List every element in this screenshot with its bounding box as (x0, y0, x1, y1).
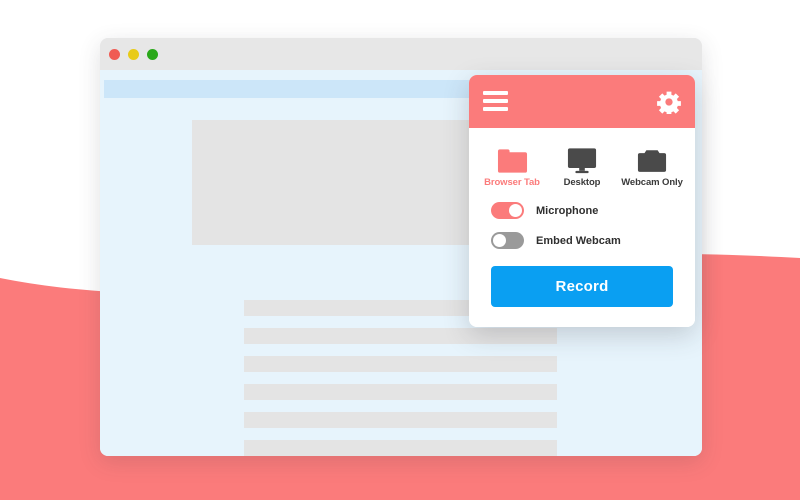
microphone-switch[interactable] (491, 202, 524, 219)
gear-glyph (657, 91, 681, 116)
microphone-label: Microphone (536, 204, 599, 217)
switch-knob (493, 234, 506, 247)
toggle-row-embed-webcam[interactable]: Embed Webcam (491, 232, 673, 249)
source-label: Desktop (563, 177, 601, 188)
toggle-row-microphone[interactable]: Microphone (491, 202, 673, 219)
screenshot-canvas: Browser Tab Desktop Webcam Only Micropho… (0, 0, 800, 500)
window-traffic-lights (109, 49, 158, 60)
source-label: Browser Tab (484, 177, 540, 188)
text-placeholder-bar (244, 440, 557, 456)
browser-titlebar (100, 38, 702, 70)
folder-glyph (497, 149, 527, 173)
source-option-desktop[interactable]: Desktop (548, 140, 616, 188)
text-placeholder-bar (244, 328, 557, 344)
hamburger-icon[interactable] (483, 91, 508, 112)
minimize-window-button[interactable] (128, 49, 139, 60)
text-placeholder-bar (244, 412, 557, 428)
source-option-browser-tab[interactable]: Browser Tab (478, 140, 546, 188)
hamburger-line (483, 107, 508, 111)
source-option-webcam-only[interactable]: Webcam Only (618, 140, 686, 188)
popup-header (469, 75, 695, 128)
record-button-wrapper: Record (469, 262, 695, 327)
monitor-glyph (567, 148, 597, 174)
source-label: Webcam Only (621, 177, 683, 188)
embed-webcam-switch[interactable] (491, 232, 524, 249)
text-placeholder-bar (244, 356, 557, 372)
hamburger-line (483, 99, 508, 103)
capture-source-selector: Browser Tab Desktop Webcam Only (469, 128, 695, 188)
camera-icon (618, 140, 686, 174)
maximize-window-button[interactable] (147, 49, 158, 60)
hamburger-line (483, 91, 508, 95)
extension-popup: Browser Tab Desktop Webcam Only Micropho… (469, 75, 695, 327)
monitor-icon (548, 140, 616, 174)
folder-icon (478, 140, 546, 174)
close-window-button[interactable] (109, 49, 120, 60)
camera-glyph (637, 150, 667, 172)
embed-webcam-label: Embed Webcam (536, 234, 621, 247)
record-button[interactable]: Record (491, 266, 673, 307)
switch-knob (509, 204, 522, 217)
text-placeholder-bar (244, 384, 557, 400)
gear-icon[interactable] (657, 90, 681, 116)
popup-body: Browser Tab Desktop Webcam Only Micropho… (469, 128, 695, 327)
option-toggles: Microphone Embed Webcam (469, 188, 695, 249)
